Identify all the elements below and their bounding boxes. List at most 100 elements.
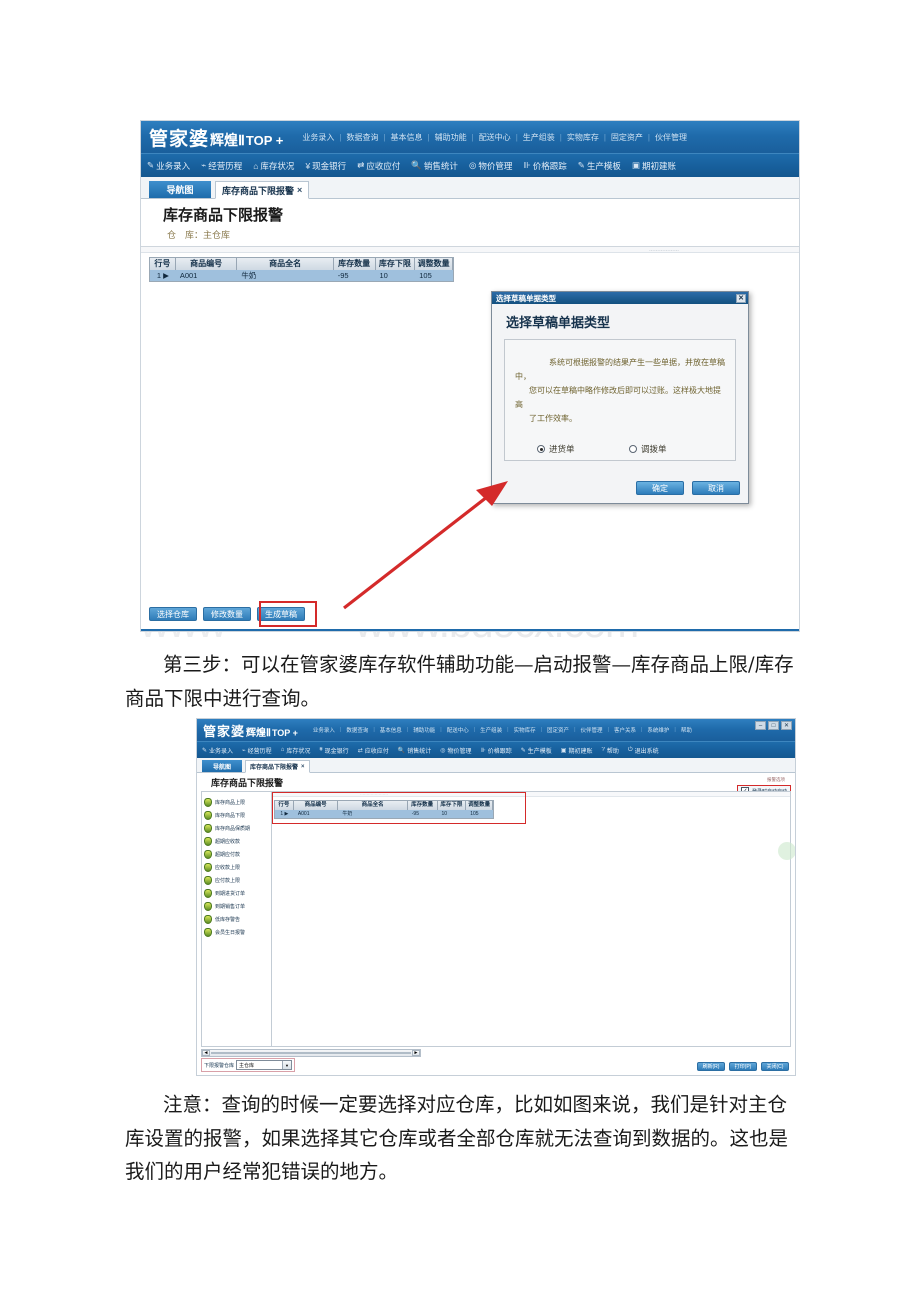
print-button[interactable]: 打印(P) [729, 1062, 757, 1071]
tab-navigation-map-2[interactable]: 导航图 [202, 760, 242, 772]
toolbar-item-0[interactable]: ✎ 业务录入 [147, 160, 190, 172]
toolbar-item-3[interactable]: ¥ 现金银行 [305, 160, 346, 172]
menu-item-0[interactable]: 业务录入 [308, 726, 340, 734]
menu-item-3[interactable]: 辅助功能 [430, 132, 472, 143]
cell-qty[interactable]: -95 [334, 270, 376, 281]
tree-item-5[interactable]: 应收款上限 [204, 861, 271, 874]
toolbar-item-3[interactable]: ¥ 现金银行 [319, 746, 348, 755]
scroll-right-button[interactable]: ► [412, 1050, 420, 1056]
tree-item-1[interactable]: 库存商品下限 [204, 809, 271, 822]
bottom-filter-row[interactable]: 下限报警仓库 主仓库 ▼ [201, 1058, 296, 1072]
tree-item-3[interactable]: 超期应收款 [204, 835, 271, 848]
alert-type-tree[interactable]: 库存商品上限 库存商品下限 库存商品保质期 超期应收款 超期应付款 应收款上限 应付款上限到… [202, 792, 272, 1046]
tab-close-icon-2[interactable]: × [301, 764, 305, 770]
menu-item-7[interactable]: 固定资产 [606, 132, 648, 143]
menu-item-8[interactable]: 伙伴管理 [576, 726, 608, 734]
tree-item-2[interactable]: 库存商品保质期 [204, 822, 271, 835]
window-close-button[interactable]: ✕ [781, 721, 792, 730]
chevron-down-icon[interactable]: ▼ [282, 1061, 292, 1069]
refresh-button[interactable]: 刷新(R) [697, 1062, 725, 1071]
menu-item-1[interactable]: 数据查询 [341, 726, 373, 734]
toolbar-item-2[interactable]: ⌂ 库存状况 [253, 160, 294, 172]
cell-adjust[interactable]: 105 [415, 270, 453, 281]
cell-name[interactable]: 牛奶 [237, 270, 333, 281]
toolbar-item-8[interactable]: ✎ 生产模板 [521, 746, 552, 755]
toolbar-item-1[interactable]: ⌁ 经营历程 [242, 746, 272, 755]
cell-seq[interactable]: 1 ▶ [150, 270, 176, 281]
tree-item-10[interactable]: 会员生日报警 [204, 926, 271, 939]
toolbar-item-11[interactable]: ⏻ 退出系统 [628, 746, 659, 755]
draft-document-type-dialog[interactable]: 选择草稿单据类型 ✕ 选择草稿单据类型 系统可根据报警的结果产生一些单据，并放在… [491, 291, 749, 504]
column-header-4[interactable]: 库存下限 [376, 258, 416, 270]
tab-close-icon[interactable]: × [297, 185, 302, 195]
column-header-1[interactable]: 商品编号 [176, 258, 238, 270]
window-maximize-button[interactable]: □ [768, 721, 779, 730]
inventory-grid[interactable]: 行号 商品编号 商品全名 库存数量 库存下限 调整数量 1 ▶ A001 牛奶 -95 10 105 [149, 257, 454, 282]
menu-item-1[interactable]: 数据查询 [341, 132, 383, 143]
dialog-close-icon[interactable]: ✕ [736, 293, 746, 303]
window-minimize-button[interactable]: – [755, 721, 766, 730]
main-menu-bar-2[interactable]: 业务录入 | 数据查询 | 基本信息 | 辅助功能 | 配送中心 | 生产组装 | 实物库存 | 固定资产 |… [308, 726, 697, 734]
close-button[interactable]: 关闭(C) [761, 1062, 789, 1071]
menu-item-4[interactable]: 配送中心 [442, 726, 474, 734]
toolbar-item-5[interactable]: 🔍 销售统计 [411, 160, 458, 172]
tab-navigation-map[interactable]: 导航图 [149, 181, 211, 198]
tab-bar[interactable]: 导航图 库存商品下限报警 × [141, 177, 799, 199]
tree-item-0[interactable]: 库存商品上限 [204, 796, 271, 809]
menu-item-2[interactable]: 基本信息 [386, 132, 428, 143]
radio-transfer-order[interactable] [629, 445, 637, 454]
quick-toolbar-2[interactable]: ✎ 业务录入 ⌁ 经营历程 ⌂ 库存状况 ¥ 现金银行 ⇄ 应收应付 🔍 销售统计 ◎ 物价管理 ⊪ 价格跟踪… [197, 741, 795, 758]
toolbar-item-2[interactable]: ⌂ 库存状况 [281, 746, 311, 755]
menu-item-10[interactable]: 系统维护 [642, 726, 674, 734]
menu-item-5[interactable]: 生产组装 [475, 726, 507, 734]
dialog-cancel-button[interactable]: 取消 [692, 481, 740, 495]
menu-item-5[interactable]: 生产组装 [518, 132, 560, 143]
tab-inventory-lower-limit-alert[interactable]: 库存商品下限报警 × [215, 181, 310, 199]
toolbar-item-10[interactable]: ? 帮助 [601, 746, 618, 755]
toolbar-item-4[interactable]: ⇄ 应收应付 [357, 160, 400, 172]
menu-item-6[interactable]: 实物库存 [509, 726, 541, 734]
tab-bar-2[interactable]: 导航图 库存商品下限报警 × [197, 758, 795, 773]
window-controls[interactable]: – □ ✕ [755, 721, 792, 730]
menu-item-8[interactable]: 伙伴管理 [650, 132, 692, 143]
tree-item-6[interactable]: 应付款上限 [204, 874, 271, 887]
tab-inventory-lower-limit-alert-2[interactable]: 库存商品下限报警 × [245, 760, 310, 773]
table-row[interactable]: 1 ▶ A001 牛奶 -95 10 105 [150, 270, 453, 281]
quick-toolbar[interactable]: ✎ 业务录入 ⌁ 经营历程 ⌂ 库存状况 ¥ 现金银行 ⇄ 应收应付 🔍 销售统计 ◎ 物价管理 ⊪ 价格跟踪… [141, 153, 799, 177]
menu-item-4[interactable]: 配送中心 [474, 132, 516, 143]
toolbar-item-0[interactable]: ✎ 业务录入 [202, 746, 233, 755]
menu-item-11[interactable]: 帮助 [676, 726, 697, 734]
scroll-left-button[interactable]: ◄ [202, 1050, 210, 1056]
toolbar-item-9[interactable]: ▣ 期初建账 [632, 160, 676, 172]
menu-item-7[interactable]: 固定资产 [542, 726, 574, 734]
tree-item-9[interactable]: 低库存警告 [204, 913, 271, 926]
tree-item-7[interactable]: 到期进货订单 [204, 887, 271, 900]
tree-item-4[interactable]: 超期应付款 [204, 848, 271, 861]
cell-lower[interactable]: 10 [375, 270, 415, 281]
warehouse-select[interactable]: 主仓库 ▼ [236, 1060, 293, 1070]
menu-item-2[interactable]: 基本信息 [375, 726, 407, 734]
cell-code[interactable]: A001 [176, 270, 238, 281]
dialog-ok-button[interactable]: 确定 [636, 481, 684, 495]
toolbar-item-6[interactable]: ◎ 物价管理 [469, 160, 512, 172]
menu-item-6[interactable]: 实物库存 [562, 132, 604, 143]
toolbar-item-6[interactable]: ◎ 物价管理 [440, 746, 471, 755]
toolbar-item-1[interactable]: ⌁ 经营历程 [201, 160, 242, 172]
dialog-options-row[interactable]: 进货单 调拨单 [515, 442, 725, 457]
menu-item-3[interactable]: 辅助功能 [408, 726, 440, 734]
column-header-3[interactable]: 库存数量 [334, 258, 376, 270]
select-warehouse-button[interactable]: 选择仓库 [149, 607, 197, 621]
modify-quantity-button[interactable]: 修改数量 [203, 607, 251, 621]
column-header-0[interactable]: 行号 [150, 258, 176, 270]
column-header-2[interactable]: 商品全名 [237, 258, 334, 270]
main-menu-bar[interactable]: 业务录入 | 数据查询 | 基本信息 | 辅助功能 | 配送中心 | 生产组装 | 实物库存 | 固定资产 |… [297, 132, 692, 143]
tree-item-8[interactable]: 到期销售订单 [204, 900, 271, 913]
column-header-5[interactable]: 调整数量 [415, 258, 453, 270]
toolbar-item-7[interactable]: ⊪ 价格跟踪 [481, 746, 512, 755]
toolbar-item-7[interactable]: ⊪ 价格跟踪 [523, 160, 566, 172]
toolbar-item-4[interactable]: ⇄ 应收应付 [358, 746, 389, 755]
scroll-thumb[interactable] [211, 1052, 411, 1054]
toolbar-item-8[interactable]: ✎ 生产模板 [578, 160, 621, 172]
horizontal-scrollbar[interactable]: ◄ ► [201, 1049, 421, 1057]
menu-item-0[interactable]: 业务录入 [297, 132, 339, 143]
